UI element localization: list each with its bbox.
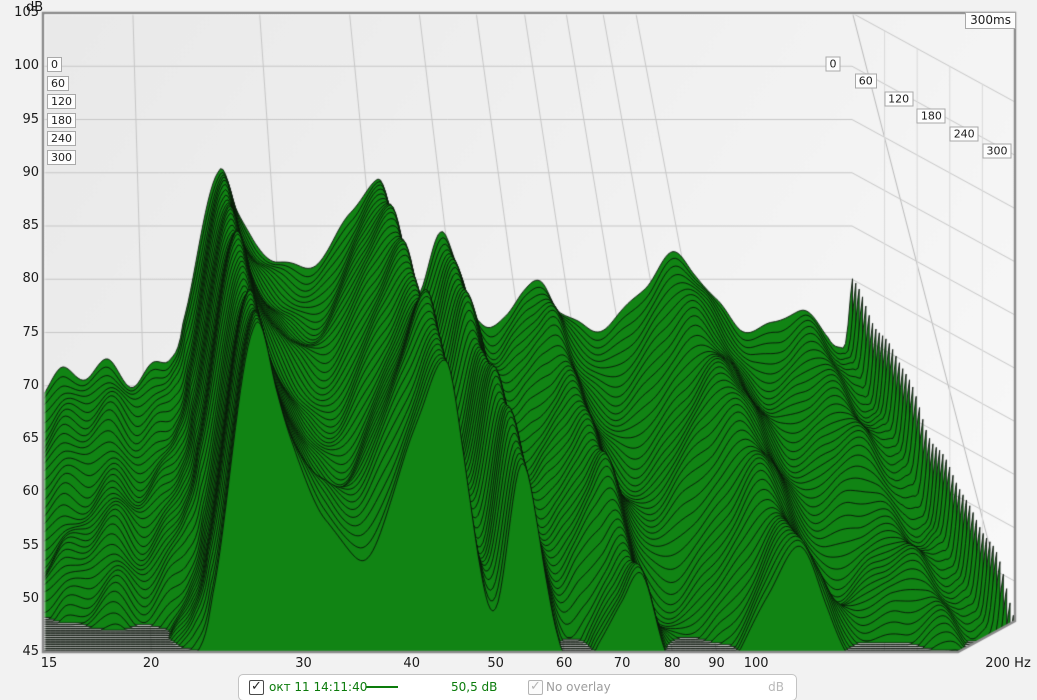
freq-tick-label: 20 xyxy=(143,656,160,671)
time-tick-label-left: 180 xyxy=(47,113,76,128)
time-tick-label-left: 300 xyxy=(47,150,76,165)
cursor-level-value: 50,5 dB xyxy=(451,680,497,694)
measurement-checkbox[interactable]: ✓ xyxy=(249,680,264,695)
db-tick-label: 50 xyxy=(0,592,39,606)
time-tick-label-right: 0 xyxy=(826,56,841,71)
freq-tick-label: 70 xyxy=(614,656,631,671)
freq-tick-label: 50 xyxy=(487,656,504,671)
time-axis-max-label: 300ms xyxy=(965,12,1016,29)
db-tick-label: 80 xyxy=(0,272,39,286)
time-tick-label-left: 120 xyxy=(47,94,76,109)
time-tick-label-right: 60 xyxy=(855,74,877,89)
waterfall-window: dB 105 100 95 90 85 80 75 70 65 60 55 50 45 15 20 30 40… xyxy=(0,0,1037,700)
freq-tick-label: 80 xyxy=(664,656,681,671)
time-tick-label-right: 300 xyxy=(983,144,1012,159)
time-tick-label-left: 240 xyxy=(47,131,76,146)
check-icon: ✓ xyxy=(530,681,541,692)
db-tick-label: 70 xyxy=(0,379,39,393)
time-tick-label-right: 120 xyxy=(884,91,913,106)
time-tick-label-left: 60 xyxy=(47,76,69,91)
freq-tick-label: 100 xyxy=(744,656,769,671)
db-tick-label: 55 xyxy=(0,539,39,553)
check-icon: ✓ xyxy=(251,681,262,692)
db-tick-label: 95 xyxy=(0,113,39,127)
db-tick-label: 75 xyxy=(0,326,39,340)
db-tick-label: 45 xyxy=(0,645,39,659)
trace-color-line-icon xyxy=(366,686,398,688)
freq-tick-label: 40 xyxy=(403,656,420,671)
db-tick-label: 65 xyxy=(0,432,39,446)
waterfall-plot-canvas[interactable] xyxy=(0,0,1037,700)
time-tick-label-left: 0 xyxy=(47,57,62,72)
db-tick-label: 90 xyxy=(0,166,39,180)
time-tick-label-right: 240 xyxy=(950,126,979,141)
freq-tick-label: 60 xyxy=(556,656,573,671)
db-tick-label: 85 xyxy=(0,219,39,233)
legend-bar: ✓ окт 11 14:11:40 50,5 dB ✓ No overlay d… xyxy=(238,674,797,700)
freq-tick-label: 30 xyxy=(295,656,312,671)
db-tick-label: 100 xyxy=(0,59,39,73)
unit-indicator: dB xyxy=(754,680,784,694)
freq-tick-label: 15 xyxy=(41,656,58,671)
measurement-name[interactable]: окт 11 14:11:40 xyxy=(269,680,367,694)
freq-tick-label: 90 xyxy=(708,656,725,671)
db-tick-label: 105 xyxy=(0,6,39,20)
time-tick-label-right: 180 xyxy=(917,109,946,124)
no-overlay-label: No overlay xyxy=(546,680,611,694)
db-tick-label: 60 xyxy=(0,485,39,499)
no-overlay-checkbox[interactable]: ✓ xyxy=(528,680,543,695)
freq-tick-label: 200 Hz xyxy=(985,656,1031,671)
